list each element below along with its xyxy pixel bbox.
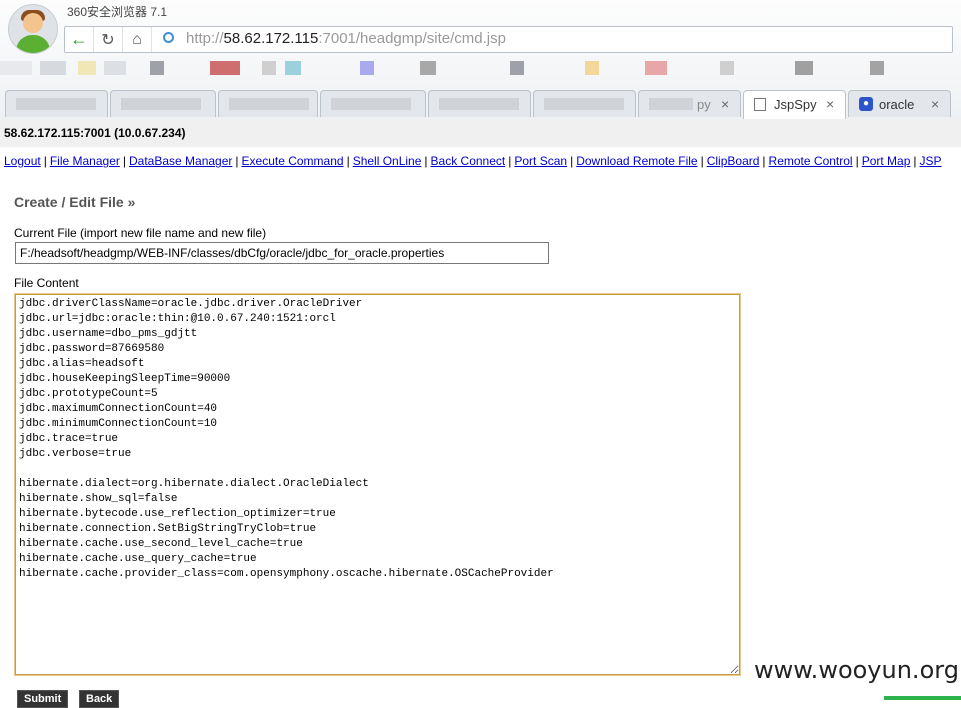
address-bar: ← ↻ ⌂ http://58.62.172.115:7001/headgmp/… [64, 26, 953, 53]
menu-separator: | [913, 154, 917, 168]
document-icon [754, 98, 766, 111]
url-scheme: http:// [186, 30, 224, 47]
file-content-textarea[interactable]: jdbc.driverClassName=oracle.jdbc.driver.… [14, 293, 741, 676]
menu-link-shell-online[interactable]: Shell OnLine [353, 154, 422, 168]
close-icon[interactable]: × [721, 96, 729, 112]
menu-link-clipboard[interactable]: ClipBoard [707, 154, 760, 168]
menu-link-file-manager[interactable]: File Manager [50, 154, 120, 168]
tab-py[interactable]: py × [638, 90, 741, 117]
bookmarks-bar [0, 57, 961, 83]
user-avatar-icon[interactable] [8, 4, 58, 54]
tab-strip: py × JspSpy × ● oracle × [0, 89, 961, 120]
menu-separator: | [762, 154, 766, 168]
tab-blurred[interactable] [5, 90, 108, 117]
menu-separator: | [346, 154, 350, 168]
tab-oracle[interactable]: ● oracle × [848, 90, 951, 117]
menu-separator: | [122, 154, 126, 168]
tab-label: py [697, 97, 711, 112]
menu-link-remote-control[interactable]: Remote Control [769, 154, 853, 168]
tab-blurred[interactable] [428, 90, 531, 117]
menu-separator: | [235, 154, 239, 168]
menu-separator: | [855, 154, 859, 168]
home-icon[interactable]: ⌂ [123, 27, 152, 52]
url-field[interactable]: http://58.62.172.115:7001/headgmp/site/c… [186, 30, 506, 47]
file-content-label: File Content [14, 276, 79, 290]
menu-link-execute-command[interactable]: Execute Command [242, 154, 344, 168]
back-button[interactable]: Back [79, 690, 120, 708]
menu-separator: | [424, 154, 428, 168]
menu-separator: | [700, 154, 704, 168]
watermark: www.wooyun.org [754, 656, 959, 684]
menu-link-port-map[interactable]: Port Map [862, 154, 911, 168]
current-file-label: Current File (import new file name and n… [14, 226, 267, 240]
back-arrow-icon[interactable]: ← [65, 27, 94, 52]
current-file-input[interactable] [15, 242, 549, 264]
close-icon[interactable]: × [931, 96, 939, 112]
main-menu: Logout | File Manager | DataBase Manager | Exe… [4, 154, 942, 168]
status-strip [884, 696, 961, 700]
menu-link-logout[interactable]: Logout [4, 154, 41, 168]
tab-label: JspSpy [774, 97, 817, 112]
baidu-paw-icon: ● [859, 97, 873, 111]
host-info: 58.62.172.115:7001 (10.0.67.234) [4, 126, 186, 140]
tab-jspspy[interactable]: JspSpy × [743, 90, 846, 119]
host-info-bar: 58.62.172.115:7001 (10.0.67.234) [0, 119, 961, 147]
section-title: Create / Edit File » [14, 194, 136, 210]
tab-blurred[interactable] [533, 90, 636, 117]
menu-separator: | [508, 154, 512, 168]
browser-chrome: 360安全浏览器 7.1 ← ↻ ⌂ http://58.62.172.115:… [0, 0, 961, 120]
browser-title: 360安全浏览器 7.1 [67, 5, 168, 19]
submit-button[interactable]: Submit [17, 690, 69, 708]
menu-link-back-connect[interactable]: Back Connect [431, 154, 506, 168]
menu-link-database-manager[interactable]: DataBase Manager [129, 154, 232, 168]
tab-blurred[interactable] [110, 90, 216, 117]
menu-separator: | [43, 154, 47, 168]
tab-blurred[interactable] [218, 90, 318, 117]
menu-link-download-remote-file[interactable]: Download Remote File [576, 154, 697, 168]
url-host: 58.62.172.115 [223, 30, 319, 47]
menu-separator: | [570, 154, 574, 168]
close-icon[interactable]: × [826, 96, 834, 112]
tab-label: oracle [879, 97, 915, 112]
url-path: :7001/headgmp/site/cmd.jsp [318, 30, 506, 47]
menu-link-port-scan[interactable]: Port Scan [514, 154, 567, 168]
reload-icon[interactable]: ↻ [94, 27, 123, 52]
tab-blurred[interactable] [320, 90, 426, 117]
menu-link-jsp[interactable]: JSP [920, 154, 942, 168]
site-icon [163, 32, 174, 43]
